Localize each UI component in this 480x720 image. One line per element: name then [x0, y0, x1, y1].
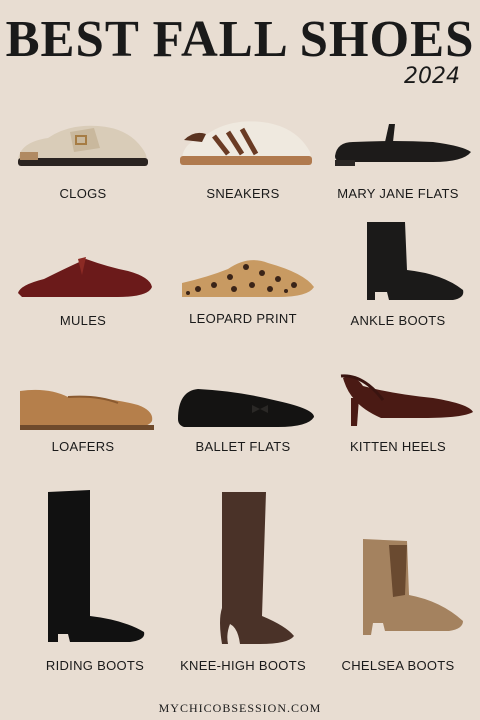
item-label: SNEAKERS: [206, 186, 280, 201]
item-mary-jane-flats: MARY JANE FLATS: [318, 112, 478, 207]
ballet-flats-image: [178, 389, 314, 427]
item-label: MULES: [59, 313, 107, 328]
page-title: BEST FALL SHOES: [5, 11, 475, 68]
item-ankle-boots: ANKLE BOOTS: [318, 218, 478, 335]
item-mules: MULES: [3, 245, 163, 335]
item-label: MARY JANE FLATS: [337, 186, 459, 201]
item-riding-boots: RIDING BOOTS: [15, 488, 175, 678]
leopard-print-image: [182, 260, 314, 297]
footer-website: MYCHICOBSESSION.COM: [158, 701, 322, 715]
loafers-image: [20, 389, 154, 430]
item-knee-high-boots: KNEE-HIGH BOOTS: [163, 488, 323, 678]
item-label: LEOPARD PRINT: [189, 311, 297, 326]
clogs-image: [18, 125, 148, 166]
item-label: KITTEN HEELS: [349, 439, 447, 454]
kitten-heels-image: [340, 374, 473, 426]
item-label: CHELSEA BOOTS: [341, 658, 455, 673]
item-label: LOAFERS: [51, 439, 115, 454]
knee-high-boots-image: [220, 492, 294, 644]
item-ballet-flats: BALLET FLATS: [163, 375, 323, 463]
item-sneakers: SNEAKERS: [163, 112, 323, 207]
item-label: KNEE-HIGH BOOTS: [180, 658, 306, 673]
item-chelsea-boots: CHELSEA BOOTS: [318, 535, 478, 678]
item-label: RIDING BOOTS: [45, 658, 145, 673]
mules-image: [18, 257, 152, 297]
item-loafers: LOAFERS: [3, 375, 163, 463]
year-label: 2024: [404, 64, 460, 89]
item-label: BALLET FLATS: [195, 439, 291, 454]
item-leopard-print: LEOPARD PRINT: [163, 245, 323, 335]
sneakers-image: [180, 121, 312, 165]
item-label: ANKLE BOOTS: [350, 313, 446, 328]
ankle-boots-image: [367, 222, 464, 300]
chelsea-boots-image: [363, 539, 463, 635]
riding-boots-image: [48, 490, 145, 642]
item-label: CLOGS: [59, 186, 107, 201]
mary-jane-flats-image: [335, 124, 471, 166]
item-clogs: CLOGS: [3, 112, 163, 207]
item-kitten-heels: KITTEN HEELS: [318, 368, 478, 463]
